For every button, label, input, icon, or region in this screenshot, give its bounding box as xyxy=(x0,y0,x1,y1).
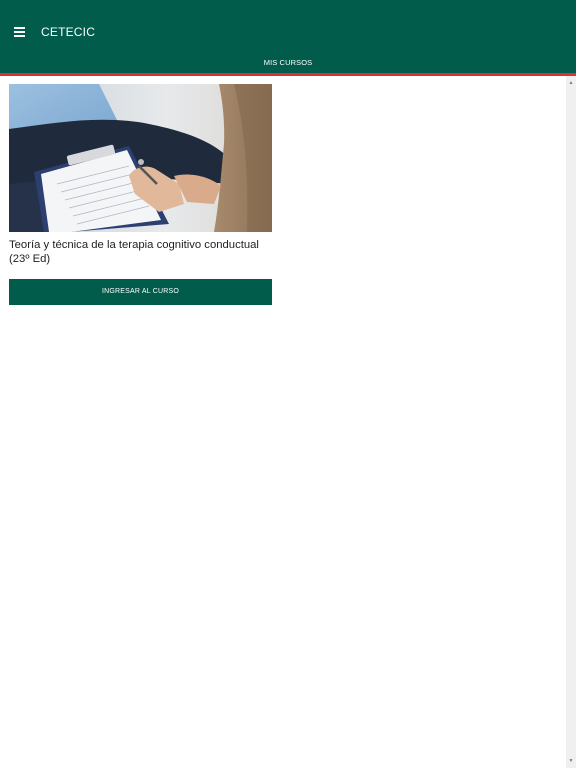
hamburger-menu-icon[interactable] xyxy=(8,21,30,43)
app-title: CETECIC xyxy=(41,25,96,39)
app-bar: CETECIC MIS CURSOS xyxy=(0,0,576,73)
vertical-scrollbar[interactable]: ▲ ▼ xyxy=(566,76,576,768)
main-content: Teoría y técnica de la terapia cognitivo… xyxy=(0,76,566,768)
scroll-up-icon[interactable]: ▲ xyxy=(566,78,576,88)
scroll-down-icon[interactable]: ▼ xyxy=(566,756,576,766)
course-cover-photo xyxy=(9,84,272,232)
tab-mis-cursos[interactable]: MIS CURSOS xyxy=(0,54,576,72)
course-title[interactable]: Teoría y técnica de la terapia cognitivo… xyxy=(9,238,272,266)
enter-course-button[interactable]: INGRESAR AL CURSO xyxy=(9,279,272,305)
tab-label: MIS CURSOS xyxy=(263,58,313,67)
course-card: Teoría y técnica de la terapia cognitivo… xyxy=(9,84,272,305)
